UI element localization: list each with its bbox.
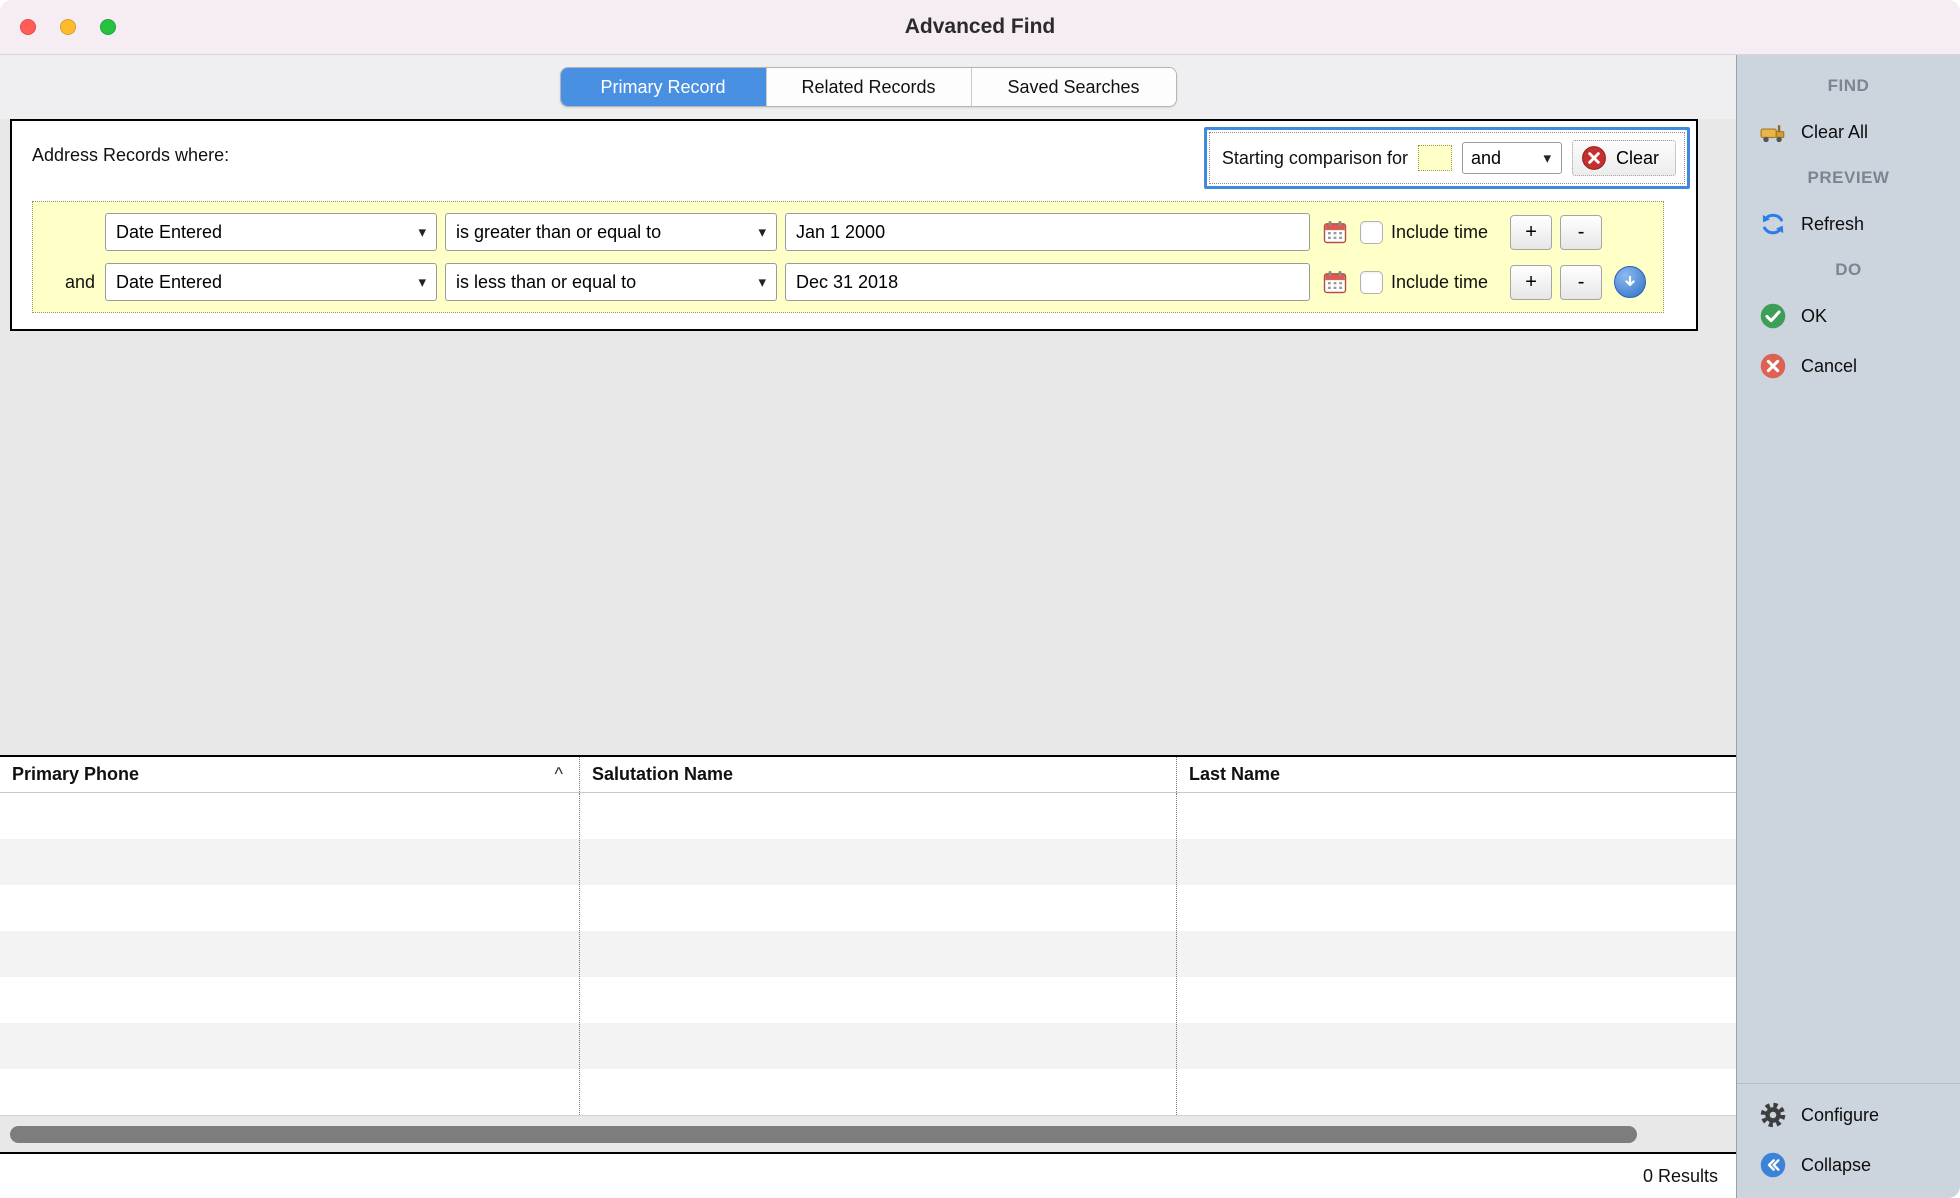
condition-row: Date Entered is greater than or equal to [43,210,1653,254]
results-table-header: Primary Phone ^ Salutation Name Last Nam… [0,755,1736,793]
calendar-picker-button[interactable] [1318,215,1352,249]
actions-sidebar: FIND Clear All PREVIEW [1736,55,1960,1198]
collapse-icon [1759,1151,1787,1179]
tab-related-records[interactable]: Related Records [766,68,971,106]
operator-select-wrap: is greater than or equal to [445,213,777,251]
field-select[interactable]: Date Entered [105,213,437,251]
column-label: Primary Phone [12,764,139,785]
sidebar-item-cancel[interactable]: Cancel [1737,341,1960,391]
sidebar-header-preview: PREVIEW [1737,157,1960,199]
gear-icon [1759,1101,1787,1129]
column-header-last-name[interactable]: Last Name [1176,757,1736,792]
refresh-icon [1759,210,1787,238]
starting-operator-select-wrap: and [1462,142,1562,174]
tab-saved-searches[interactable]: Saved Searches [971,68,1176,106]
value-input[interactable] [785,263,1310,301]
remove-condition-button[interactable]: - [1560,215,1602,250]
column-header-primary-phone[interactable]: Primary Phone ^ [0,757,579,792]
sidebar-item-clear-all[interactable]: Clear All [1737,107,1960,157]
calendar-icon [1321,268,1349,296]
join-label: and [43,272,97,293]
cancel-icon [1759,352,1787,380]
starting-comparison-box: Starting comparison for and [1204,127,1690,189]
sidebar-item-label: Collapse [1801,1155,1871,1176]
include-time-checkbox[interactable] [1360,271,1383,294]
add-condition-button[interactable]: + [1510,215,1552,250]
column-label: Last Name [1189,764,1280,785]
query-content: Address Records where: Starting comparis… [0,119,1736,755]
sidebar-item-label: Refresh [1801,214,1864,235]
condition-row: and Date Entered is less than or equal t… [43,260,1653,304]
field-select-wrap: Date Entered [105,263,437,301]
minimize-window-button[interactable] [60,19,76,35]
sidebar-item-label: Cancel [1801,356,1857,377]
value-input[interactable] [785,213,1310,251]
arrow-down-icon [1622,274,1638,290]
sidebar-item-refresh[interactable]: Refresh [1737,199,1960,249]
window-title: Advanced Find [905,15,1056,39]
move-condition-down-button[interactable] [1614,266,1646,298]
clear-comparison-label: Clear [1616,148,1659,169]
sidebar-item-label: Clear All [1801,122,1868,143]
column-separator [1176,793,1177,1115]
status-bar: 0 Results [0,1152,1736,1198]
condition-group: Date Entered is greater than or equal to [32,201,1664,313]
field-select[interactable]: Date Entered [105,263,437,301]
horizontal-scrollbar-thumb[interactable] [10,1126,1637,1143]
sidebar-item-configure[interactable]: Configure [1737,1090,1960,1140]
column-header-salutation-name[interactable]: Salutation Name [579,757,1176,792]
ok-icon [1759,302,1787,330]
column-label: Salutation Name [592,764,733,785]
sidebar-item-collapse[interactable]: Collapse [1737,1140,1960,1190]
clear-comparison-button[interactable]: Clear [1572,140,1676,176]
sidebar-footer: Configure Collapse [1737,1083,1960,1198]
sort-ascending-indicator: ^ [555,764,567,785]
operator-select-wrap: is less than or equal to [445,263,777,301]
operator-select[interactable]: is greater than or equal to [445,213,777,251]
operator-select[interactable]: is less than or equal to [445,263,777,301]
include-time-label: Include time [1391,272,1488,293]
sidebar-item-label: OK [1801,306,1827,327]
results-table-body [0,793,1736,1115]
calendar-picker-button[interactable] [1318,265,1352,299]
add-condition-button[interactable]: + [1510,265,1552,300]
close-window-button[interactable] [20,19,36,35]
starting-comparison-field[interactable] [1418,145,1452,171]
sidebar-item-ok[interactable]: OK [1737,291,1960,341]
tab-strip: Primary Record Related Records Saved Sea… [0,55,1736,119]
clear-x-icon [1581,145,1607,171]
results-count: 0 Results [1643,1166,1718,1187]
query-panel: Address Records where: Starting comparis… [10,119,1698,331]
zoom-window-button[interactable] [100,19,116,35]
include-time-label: Include time [1391,222,1488,243]
starting-operator-select[interactable]: and [1462,142,1562,174]
field-select-wrap: Date Entered [105,213,437,251]
clear-all-icon [1759,118,1787,146]
sidebar-header-find: FIND [1737,65,1960,107]
tab-primary-record[interactable]: Primary Record [561,68,766,106]
calendar-icon [1321,218,1349,246]
tab-group: Primary Record Related Records Saved Sea… [560,67,1177,107]
sidebar-header-do: DO [1737,249,1960,291]
sidebar-item-label: Configure [1801,1105,1879,1126]
horizontal-scrollbar-track[interactable] [0,1115,1736,1152]
title-bar: Advanced Find [0,0,1960,55]
starting-comparison-label: Starting comparison for [1222,148,1408,169]
main-area: Primary Record Related Records Saved Sea… [0,55,1736,1198]
include-time-checkbox[interactable] [1360,221,1383,244]
traffic-lights [20,0,116,54]
remove-condition-button[interactable]: - [1560,265,1602,300]
advanced-find-window: Advanced Find Primary Record Related Rec… [0,0,1960,1198]
where-label: Address Records where: [18,127,229,166]
column-separator [579,793,580,1115]
